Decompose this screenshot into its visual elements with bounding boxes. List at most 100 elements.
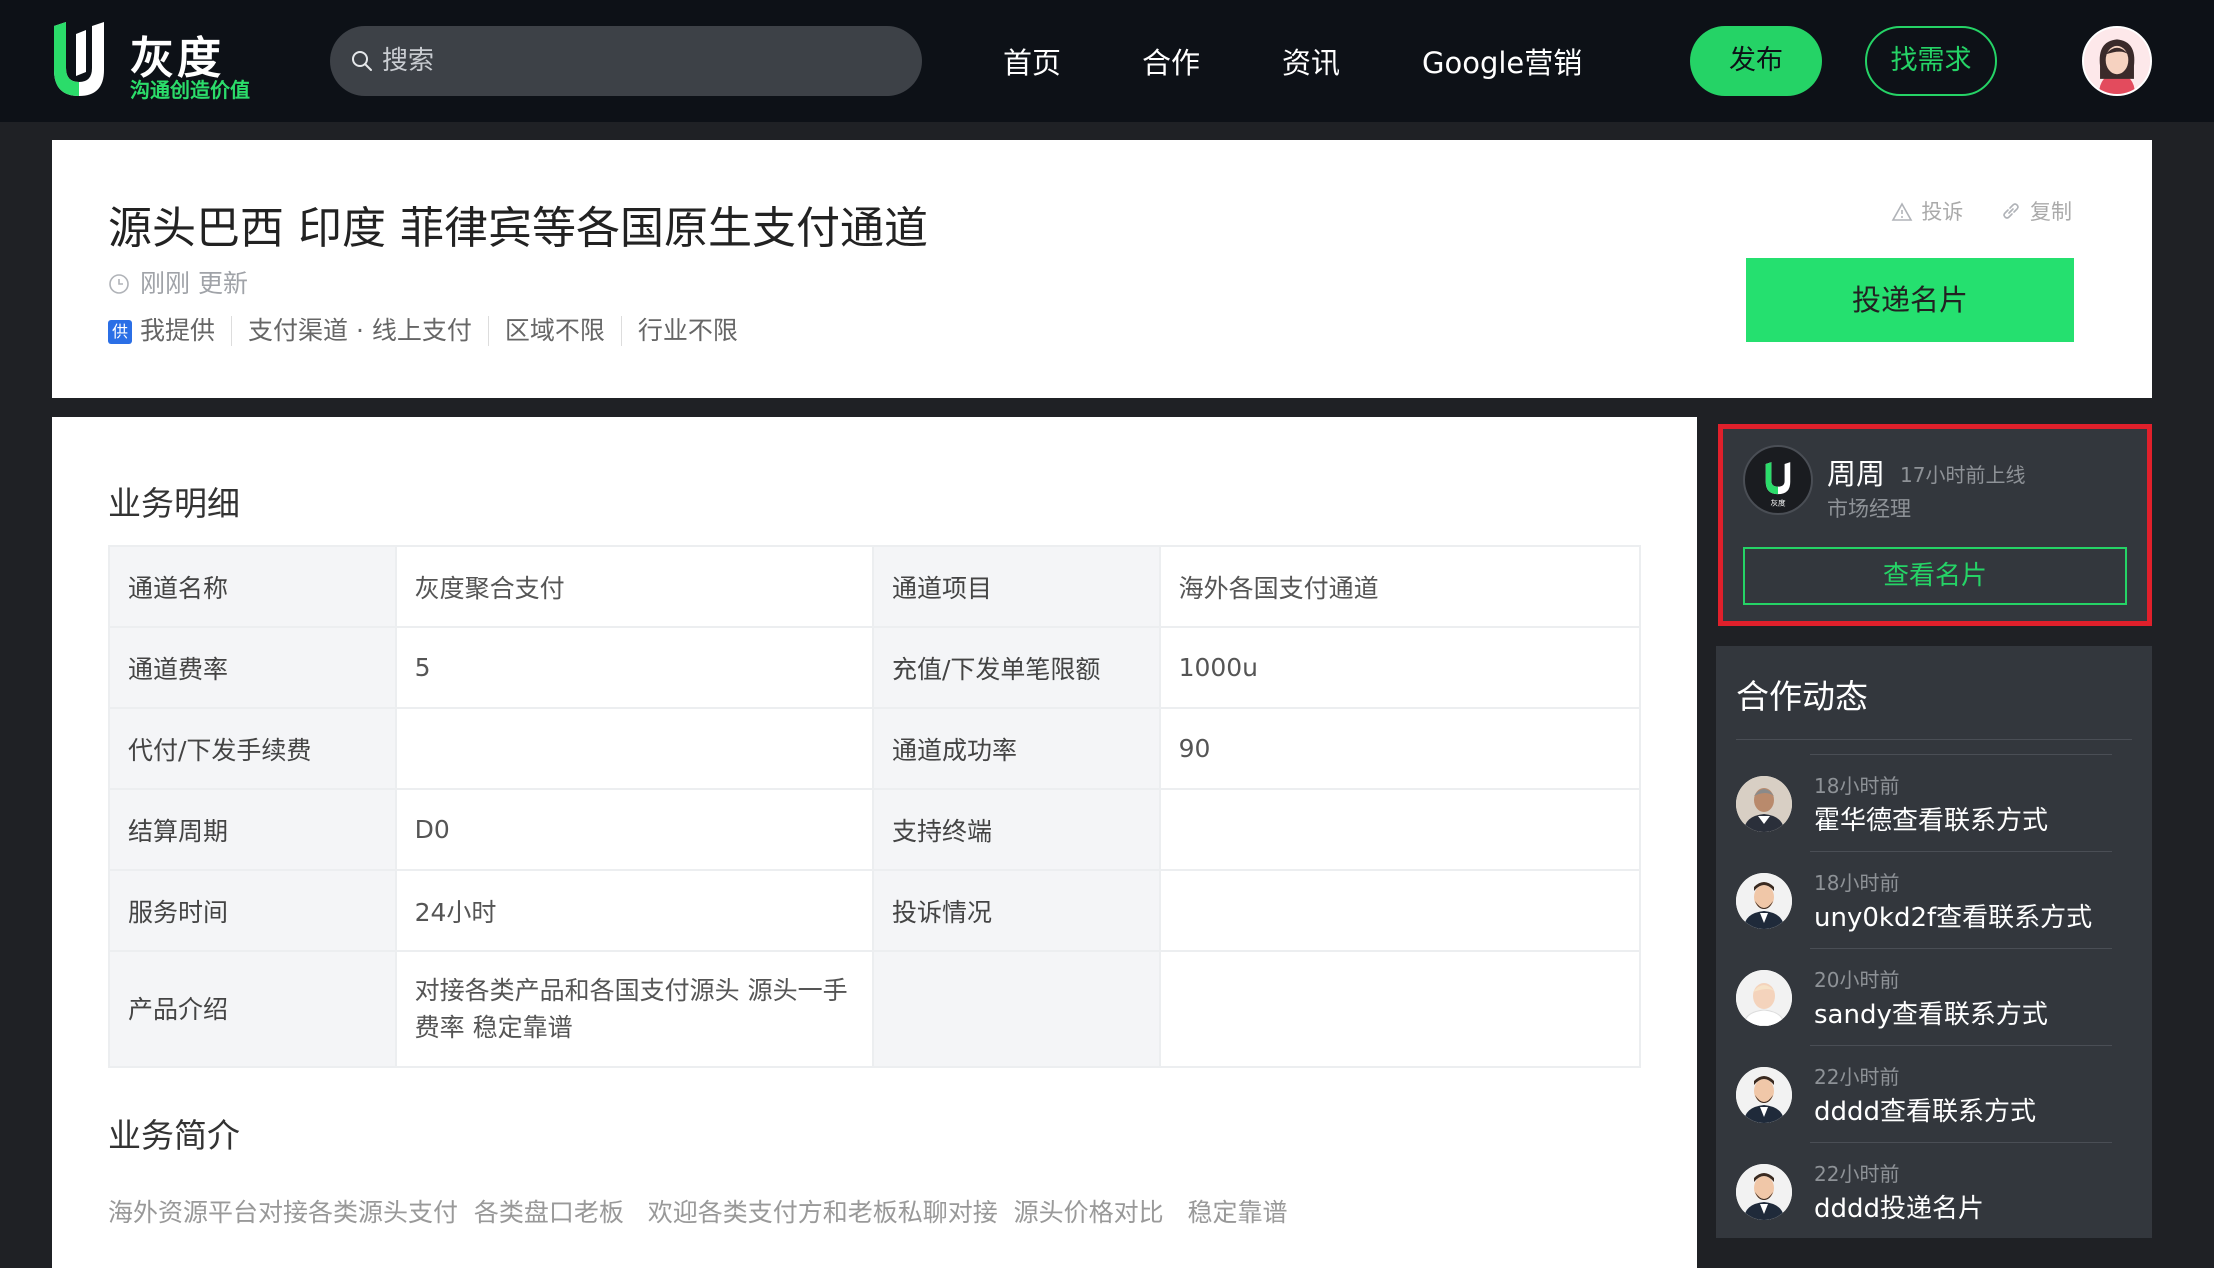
copy-link[interactable]: 复制 [2000,200,2072,224]
table-cell: 通道名称 [108,545,397,628]
table-cell [871,950,1161,1068]
table-row: 结算周期 D0 支持终端 [108,788,1642,871]
table-cell: 通道费率 [108,626,397,709]
table-row: 通道费率 5 充值/下发单笔限额 1000u [108,626,1642,709]
logo-slogan: 沟通创造价值 [130,78,250,102]
feed-item-time: 20小时前 [1814,968,1900,992]
feed-item-text: dddd查看联系方式 [1814,1097,2037,1127]
table-cell: 通道成功率 [871,707,1161,790]
person-avatar-icon [1736,1067,1792,1123]
avatar [1736,873,1792,929]
table-cell: D0 [394,788,874,871]
search-input[interactable] [382,26,902,96]
business-detail-panel: 业务明细 通道名称 灰度聚合支付 通道项目 海外各国支付通道 通道费率 5 充值… [52,417,1697,1268]
table-row: 产品介绍 对接各类产品和各国支付源头 源头一手费率 稳定靠谱 [108,950,1642,1068]
item-divider [1810,1045,2112,1046]
nav-news[interactable]: 资讯 [1282,40,1340,82]
user-avatar-icon [2084,28,2150,94]
list-item[interactable]: 18小时前 霍华德查看联系方式 [1736,754,2112,851]
feed-item-time: 18小时前 [1814,774,1900,798]
detail-table: 通道名称 灰度聚合支付 通道项目 海外各国支付通道 通道费率 5 充值/下发单笔… [108,545,1642,1068]
table-cell: 服务时间 [108,869,397,952]
listing-tags: 供我提供 支付渠道 · 线上支付 区域不限 行业不限 [108,316,754,346]
table-cell [1158,869,1642,952]
contact-role: 市场经理 [1827,497,1911,521]
table-cell: 产品介绍 [108,950,397,1068]
table-cell: 代付/下发手续费 [108,707,397,790]
listing-header-card: 源头巴西 印度 菲律宾等各国原生支付通道 刚刚 更新 供我提供 支付渠道 · 线上… [52,140,2152,398]
list-item[interactable]: 18小时前 uny0kd2f查看联系方式 [1736,851,2112,948]
intro-text: 海外资源平台对接各类源头支付 各类盘口老板 欢迎各类支付方和老板私聊对接 源头价… [108,1198,1288,1227]
listing-title: 源头巴西 印度 菲律宾等各国原生支付通道 [108,203,928,254]
feed-item-text: dddd投递名片 [1814,1194,1985,1224]
feed-item-text: uny0kd2f查看联系方式 [1814,903,2093,933]
list-item[interactable]: 22小时前 dddd投递名片 [1736,1142,2112,1239]
nav-google-marketing[interactable]: Google营销 [1422,40,1582,82]
avatar [1736,1067,1792,1123]
warning-icon [1891,202,1913,221]
tag-industry: 行业不限 [620,316,754,346]
top-navbar: 灰度 沟通创造价值 首页 合作 资讯 Google营销 发布 找需求 [0,0,2214,122]
contact-avatar[interactable]: 灰度 [1743,445,1813,515]
feed-divider [1736,739,2132,740]
item-divider [1810,1142,2112,1143]
view-card-button[interactable]: 查看名片 [1743,547,2127,605]
feed-item-text: sandy查看联系方式 [1814,1000,2048,1030]
table-row: 服务时间 24小时 投诉情况 [108,869,1642,952]
table-cell: 24小时 [394,869,874,952]
section-title-details: 业务明细 [108,484,240,523]
avatar [1736,776,1792,832]
table-cell [1158,950,1642,1068]
clock-icon [109,274,129,294]
table-cell: 1000u [1158,626,1642,709]
copy-label: 复制 [2030,200,2072,224]
table-row: 通道名称 灰度聚合支付 通道项目 海外各国支付通道 [108,545,1642,628]
feed-item-text: 霍华德查看联系方式 [1814,806,2049,836]
list-item[interactable]: 22小时前 dddd查看联系方式 [1736,1045,2112,1142]
site-logo[interactable]: 灰度 沟通创造价值 [48,20,268,104]
complain-label: 投诉 [1921,200,1964,224]
tag-category: 支付渠道 · 线上支付 [231,316,488,346]
feed-item-time: 22小时前 [1814,1162,1900,1186]
feed-item-time: 18小时前 [1814,871,1900,895]
table-row: 代付/下发手续费 通道成功率 90 [108,707,1642,790]
complain-link[interactable]: 投诉 [1891,200,1963,224]
table-cell: 充值/下发单笔限额 [871,626,1161,709]
tag-provider-label: 我提供 [140,316,216,345]
person-avatar-icon [1736,970,1792,1026]
table-cell: 对接各类产品和各国支付源头 源头一手费率 稳定靠谱 [394,950,874,1068]
avatar [1736,1164,1792,1220]
table-cell: 海外各国支付通道 [1158,545,1642,628]
search-bar[interactable] [330,26,922,96]
contact-name: 周周 [1827,457,1886,491]
cooperation-feed: 合作动态 18小时前 霍华德查看联系方式 18小时前 uny0kd2f查看联系方… [1716,646,2152,1238]
company-logo-text: 灰度 [1770,497,1786,507]
logo-mark-icon [54,22,104,96]
nav-cooperation[interactable]: 合作 [1142,40,1200,82]
tag-region: 区域不限 [487,316,621,346]
avatar [1736,970,1792,1026]
update-time: 刚刚 更新 [108,264,248,300]
feed-title: 合作动态 [1736,677,1868,716]
list-item[interactable]: 20小时前 sandy查看联系方式 [1736,948,2112,1045]
user-avatar[interactable] [2082,26,2152,96]
send-card-button[interactable]: 投递名片 [1746,258,2074,342]
table-cell: 灰度聚合支付 [394,545,874,628]
nav-home[interactable]: 首页 [1003,40,1061,82]
person-avatar-icon [1736,873,1792,929]
table-cell: 支持终端 [871,788,1161,871]
link-icon [2003,203,2019,219]
item-divider [1810,851,2112,852]
table-cell: 90 [1158,707,1642,790]
provider-badge-icon: 供 [108,320,132,344]
find-demand-button[interactable]: 找需求 [1865,26,1997,96]
listing-actions: 投诉 复制 [1861,196,2072,226]
table-cell: 5 [394,626,874,709]
feed-item-time: 22小时前 [1814,1065,1900,1089]
publish-button[interactable]: 发布 [1690,26,1822,96]
contact-card: 灰度 周周 17小时前上线 市场经理 查看名片 [1718,424,2152,626]
company-logo-icon: 灰度 [1765,462,1791,507]
tag-provider: 供我提供 [108,316,231,346]
person-avatar-icon [1736,776,1792,832]
update-time-text: 刚刚 更新 [140,269,248,298]
